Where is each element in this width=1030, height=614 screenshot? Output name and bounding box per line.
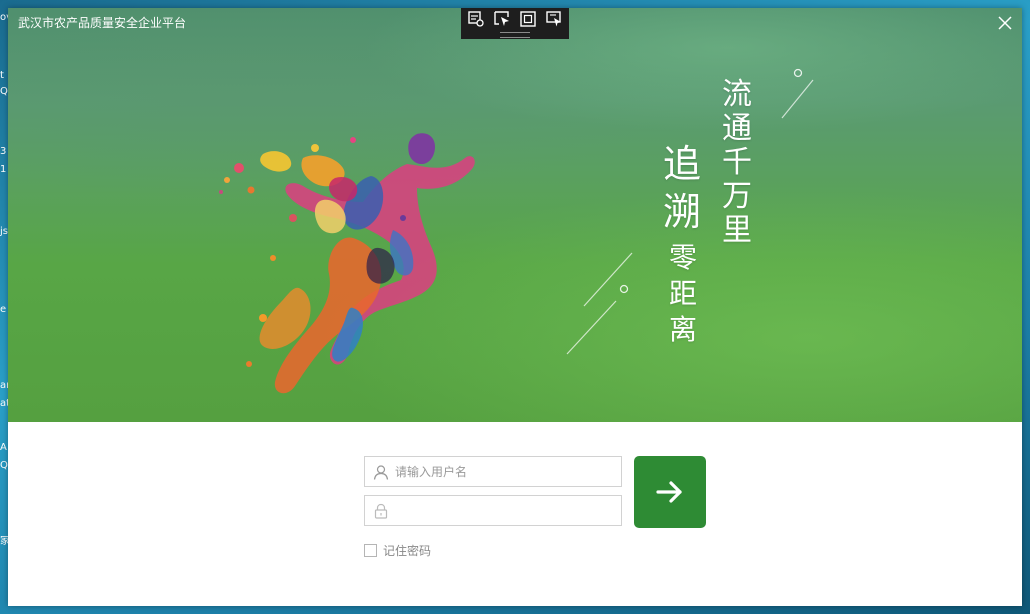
slogan-char: 溯 bbox=[662, 190, 701, 234]
slogan-char: 流 bbox=[722, 77, 752, 112]
lock-icon bbox=[374, 503, 388, 519]
arrow-right-icon bbox=[656, 481, 682, 503]
username-field bbox=[364, 456, 622, 487]
remember-password-checkbox[interactable] bbox=[364, 543, 377, 557]
user-icon bbox=[373, 465, 389, 480]
slogan-char: 追 bbox=[662, 142, 701, 186]
window-title: 武汉市农产品质量安全企业平台 bbox=[18, 16, 187, 30]
slogan-left-small: 零 距 离 bbox=[663, 240, 703, 348]
running-man-illustration bbox=[219, 133, 475, 394]
slogan-char: 距 bbox=[668, 277, 697, 310]
username-input[interactable] bbox=[395, 461, 615, 482]
toolbar-drag-handle[interactable] bbox=[500, 32, 530, 38]
pointer-capture-icon[interactable] bbox=[493, 10, 511, 28]
slogan-char: 零 bbox=[668, 241, 697, 274]
login-submit-button[interactable] bbox=[634, 456, 706, 528]
password-field bbox=[364, 495, 622, 526]
login-window: 流 通 千 万 里 追 溯 零 距 离 武汉市农产品质量安全企业平台 请输入用户… bbox=[8, 8, 1022, 606]
slogan-left-big: 追 溯 bbox=[658, 140, 706, 236]
slogan-right: 流 通 千 万 里 bbox=[717, 78, 757, 248]
slogan-char: 里 bbox=[722, 213, 752, 248]
region-capture-icon[interactable] bbox=[545, 10, 563, 28]
slogan-char: 离 bbox=[668, 313, 697, 346]
banner: 流 通 千 万 里 追 溯 零 距 离 武汉市农产品质量安全企业平台 bbox=[8, 8, 1022, 422]
remember-password-label: 记住密码 bbox=[383, 543, 432, 558]
capture-settings-icon[interactable] bbox=[467, 10, 485, 28]
close-button[interactable] bbox=[994, 12, 1016, 34]
capture-toolbar bbox=[461, 8, 569, 39]
slogan-char: 千 bbox=[722, 145, 752, 180]
password-input[interactable] bbox=[395, 500, 615, 521]
remember-password[interactable]: 记住密码 bbox=[364, 542, 431, 558]
slogan-char: 万 bbox=[722, 179, 752, 214]
decorative-lines bbox=[566, 68, 814, 355]
fullscreen-capture-icon[interactable] bbox=[519, 10, 537, 28]
close-icon bbox=[998, 16, 1012, 30]
slogan-char: 通 bbox=[722, 111, 752, 146]
